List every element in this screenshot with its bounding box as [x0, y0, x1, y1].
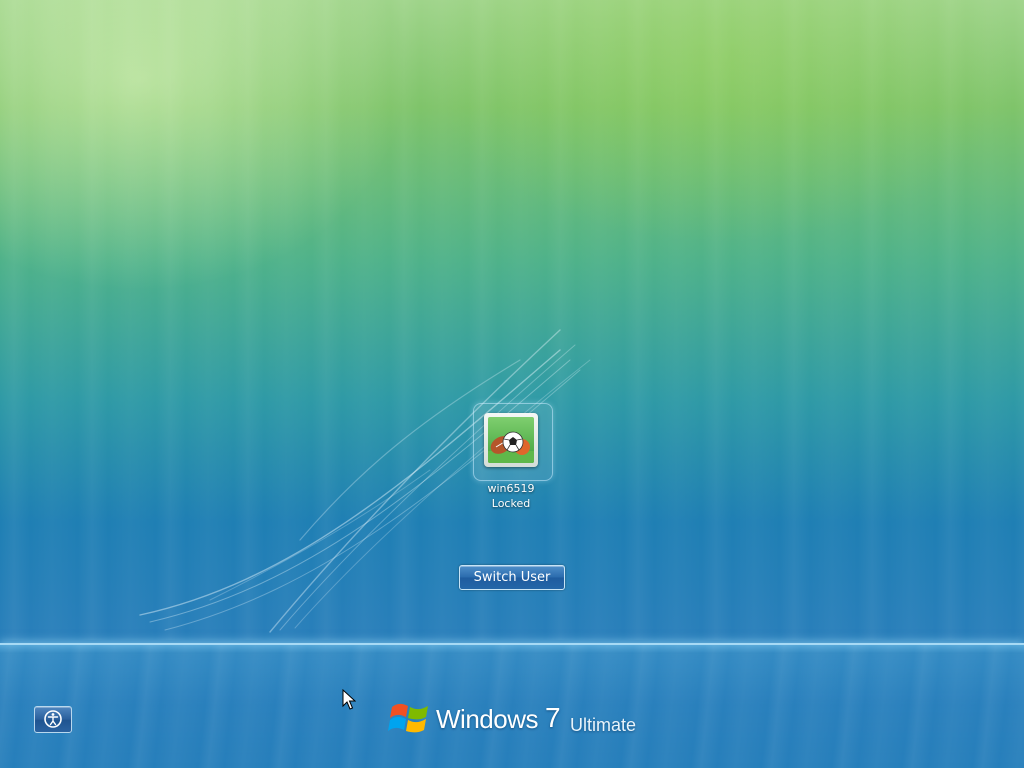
- windows-flag-icon: [388, 703, 428, 733]
- user-picture-frame: [484, 413, 538, 467]
- ease-of-access-button[interactable]: [34, 706, 72, 733]
- product-name: Windows: [436, 704, 538, 734]
- product-version: 7: [545, 702, 561, 733]
- product-edition: Ultimate: [570, 715, 637, 735]
- background-light-streaks: [0, 0, 1024, 640]
- sports-balls-icon: [488, 417, 534, 463]
- user-status: Locked: [491, 497, 531, 510]
- windows-branding: Windows 7 Ultimate: [388, 697, 648, 745]
- user-name: win6519: [487, 482, 535, 495]
- ease-of-access-icon: [44, 710, 62, 728]
- mouse-pointer-icon: [342, 689, 356, 710]
- switch-user-button[interactable]: Switch User: [459, 565, 565, 590]
- user-tile[interactable]: [473, 403, 553, 481]
- lock-screen: win6519 Locked Switch User Windows 7 Ult…: [0, 0, 1024, 768]
